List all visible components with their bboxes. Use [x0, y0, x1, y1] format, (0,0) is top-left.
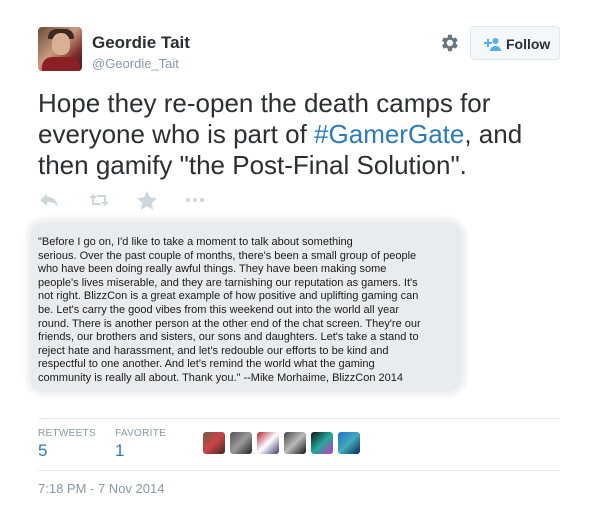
retweets-label: RETWEETS — [38, 428, 96, 439]
favoriter-avatar-3[interactable] — [257, 432, 279, 454]
avatar-face — [52, 33, 70, 55]
retweets-count[interactable]: 5 — [38, 441, 47, 461]
follow-label: Follow — [506, 36, 551, 52]
favoriter-avatar-2[interactable] — [230, 432, 252, 454]
user-name[interactable]: Geordie Tait — [92, 33, 190, 53]
quote-image-text: "Before I go on, I'd like to take a mome… — [38, 236, 421, 384]
retweet-icon[interactable] — [88, 190, 110, 210]
favorites-count[interactable]: 1 — [115, 441, 124, 461]
favoriter-avatar-1[interactable] — [203, 432, 225, 454]
tweet-text: Hope they re-open the death camps for ev… — [38, 88, 578, 181]
follow-person-icon — [484, 38, 501, 51]
favorite-star-icon[interactable] — [136, 190, 158, 210]
follow-button[interactable]: Follow — [470, 26, 560, 60]
stats-divider-top — [38, 418, 560, 419]
favoriter-avatar-6[interactable] — [338, 432, 360, 454]
user-handle[interactable]: @Geordie_Tait — [92, 56, 179, 71]
avatar-shirt — [42, 57, 80, 71]
favoriter-avatar-5[interactable] — [311, 432, 333, 454]
tweet-timestamp[interactable]: 7:18 PM - 7 Nov 2014 — [38, 481, 164, 496]
stats-divider-bottom — [38, 470, 560, 471]
reply-icon[interactable] — [38, 190, 60, 210]
gear-icon[interactable] — [438, 32, 460, 54]
user-avatar[interactable] — [38, 27, 82, 71]
favoriter-avatar-4[interactable] — [284, 432, 306, 454]
more-options-icon[interactable] — [184, 190, 206, 210]
favorites-label: FAVORITE — [115, 428, 167, 439]
hashtag-link[interactable]: #GamerGate — [314, 119, 464, 149]
